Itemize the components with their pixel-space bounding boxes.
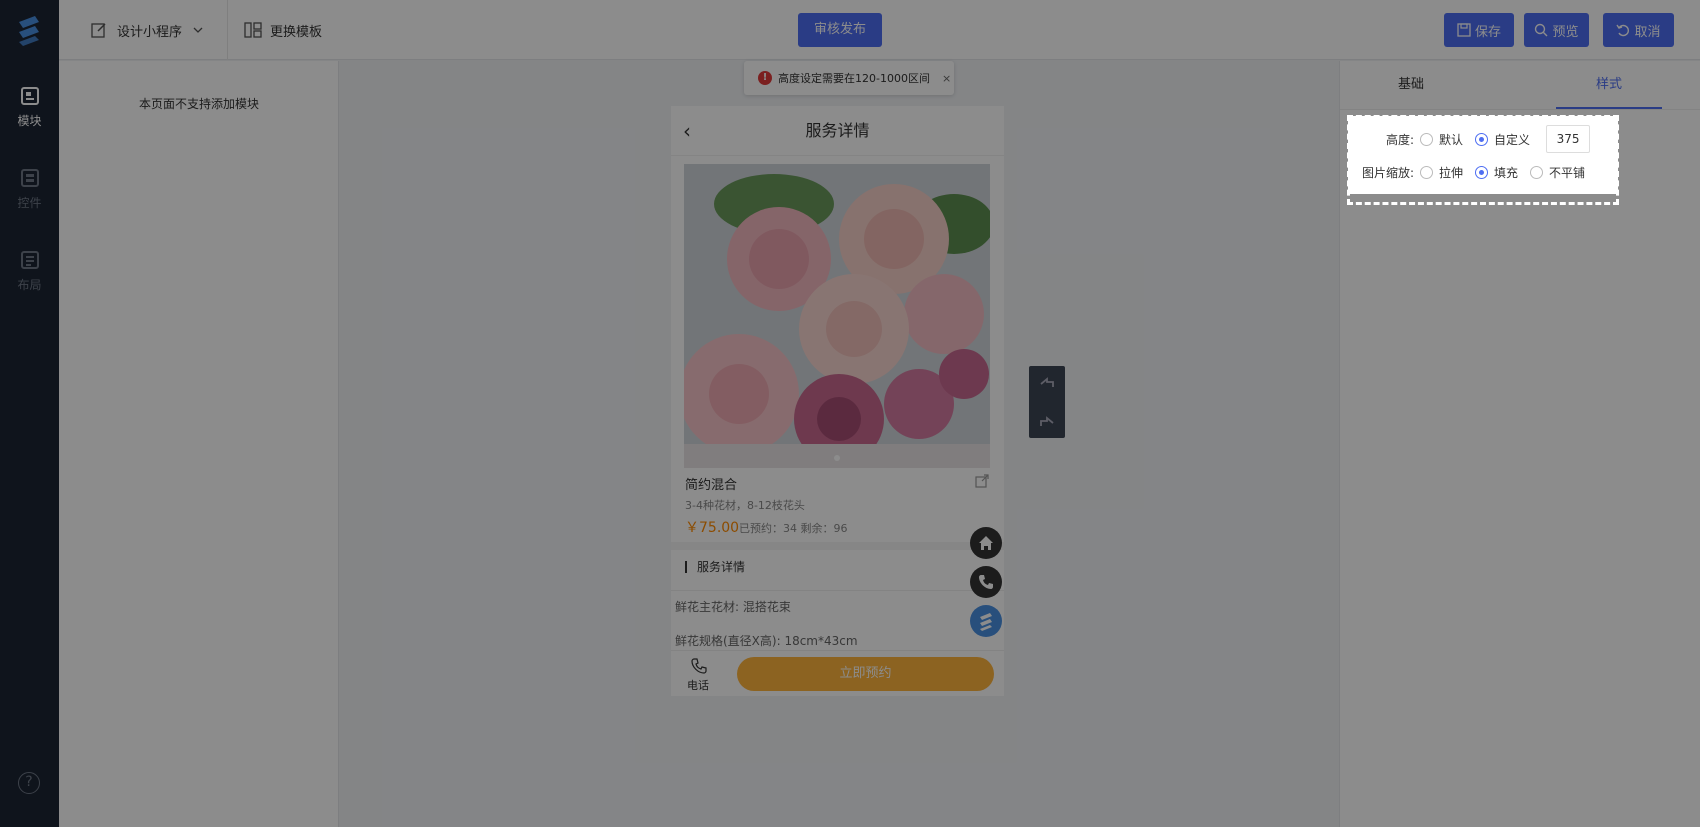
review-publish-button[interactable]: 审核发布	[798, 13, 882, 47]
undo-icon	[1616, 24, 1630, 37]
home-icon	[979, 536, 993, 550]
back-icon[interactable]: ‹	[683, 106, 691, 156]
phone-header: ‹ 服务详情	[671, 106, 1004, 156]
template-icon	[244, 22, 262, 38]
close-icon[interactable]: ×	[942, 72, 951, 85]
divider	[227, 0, 228, 60]
left-nav: 模块 控件 布局 ?	[0, 0, 59, 827]
design-miniapp-dropdown[interactable]: 设计小程序	[91, 20, 204, 40]
layout-icon	[20, 251, 39, 269]
sidebar-item-layout[interactable]: 布局	[0, 250, 59, 310]
phone-float-button[interactable]	[970, 566, 1002, 598]
module-panel: 本页面不支持添加模块	[59, 61, 339, 827]
section-divider	[671, 542, 1004, 550]
phone-title: 服务详情	[805, 121, 870, 140]
save-label: 保存	[1474, 24, 1501, 40]
sidebar-item-widget[interactable]: 控件	[0, 168, 59, 228]
design-label: 设计小程序	[117, 24, 183, 40]
product-stats: 已预约：34 剩余：96	[739, 522, 848, 535]
detail-line: 鲜花主花材: 混搭花束	[675, 600, 791, 614]
tab-style[interactable]: 样式	[1556, 61, 1662, 109]
module-icon	[20, 87, 39, 105]
phone-footer: 电话 立即预约	[671, 650, 1004, 696]
preview-button[interactable]: 预览	[1524, 13, 1589, 47]
carousel-dot[interactable]	[834, 455, 840, 461]
phone-label: 电话	[687, 679, 709, 692]
top-bar: 设计小程序 更换模板 审核发布 保存 预览 取消	[59, 0, 1700, 60]
switch-template-button[interactable]: 更换模板	[244, 20, 322, 40]
sidebar-item-module[interactable]: 模块	[0, 86, 59, 146]
phone-icon[interactable]	[690, 657, 708, 675]
sidebar-item-label: 控件	[17, 196, 42, 210]
error-icon: !	[758, 71, 772, 85]
app-logo-icon	[19, 16, 39, 46]
preview-label: 预览	[1552, 24, 1579, 40]
divider	[671, 590, 1004, 591]
tab-basic[interactable]: 基础	[1358, 61, 1464, 109]
save-button[interactable]: 保存	[1444, 13, 1514, 47]
book-now-button[interactable]: 立即预约	[737, 657, 994, 691]
sidebar-item-label: 模块	[17, 114, 42, 128]
section-title: 服务详情	[685, 561, 745, 573]
product-price: ￥75.00	[685, 520, 740, 536]
redo-icon[interactable]	[1029, 405, 1065, 441]
help-icon[interactable]: ?	[18, 772, 40, 794]
toast-text: 高度设定需要在120-1000区间	[778, 72, 930, 85]
app-float-button[interactable]	[970, 605, 1002, 637]
history-controls	[1029, 366, 1065, 438]
widget-icon	[20, 169, 39, 187]
module-panel-message: 本页面不支持添加模块	[138, 97, 259, 111]
divider	[1340, 109, 1700, 110]
phone-preview: ‹ 服务详情 简约混合 3-4种花材，8-12枝花头 ￥75.00 已预约：34…	[671, 106, 1004, 696]
error-toast: ! 高度设定需要在120-1000区间 ×	[744, 61, 954, 95]
product-name: 简约混合	[685, 478, 738, 493]
share-icon[interactable]	[975, 474, 989, 488]
cancel-label: 取消	[1634, 24, 1661, 40]
search-icon	[1535, 23, 1548, 37]
highlight-frame	[1347, 115, 1619, 205]
product-description: 3-4种花材，8-12枝花头	[685, 499, 805, 512]
phone-icon	[979, 575, 993, 589]
cancel-button[interactable]: 取消	[1603, 13, 1674, 47]
detail-line: 鲜花规格(直径X高): 18cm*43cm	[675, 634, 858, 648]
home-float-button[interactable]	[970, 527, 1002, 559]
sidebar-item-label: 布局	[17, 278, 42, 292]
undo-icon[interactable]	[1029, 366, 1065, 402]
product-image[interactable]	[684, 164, 990, 468]
save-icon	[1457, 23, 1471, 37]
edit-icon	[91, 23, 106, 38]
switch-template-label: 更换模板	[270, 24, 323, 40]
rose-bouquet-image	[684, 164, 990, 468]
app-logo-icon	[980, 613, 992, 631]
chevron-down-icon	[193, 27, 203, 33]
